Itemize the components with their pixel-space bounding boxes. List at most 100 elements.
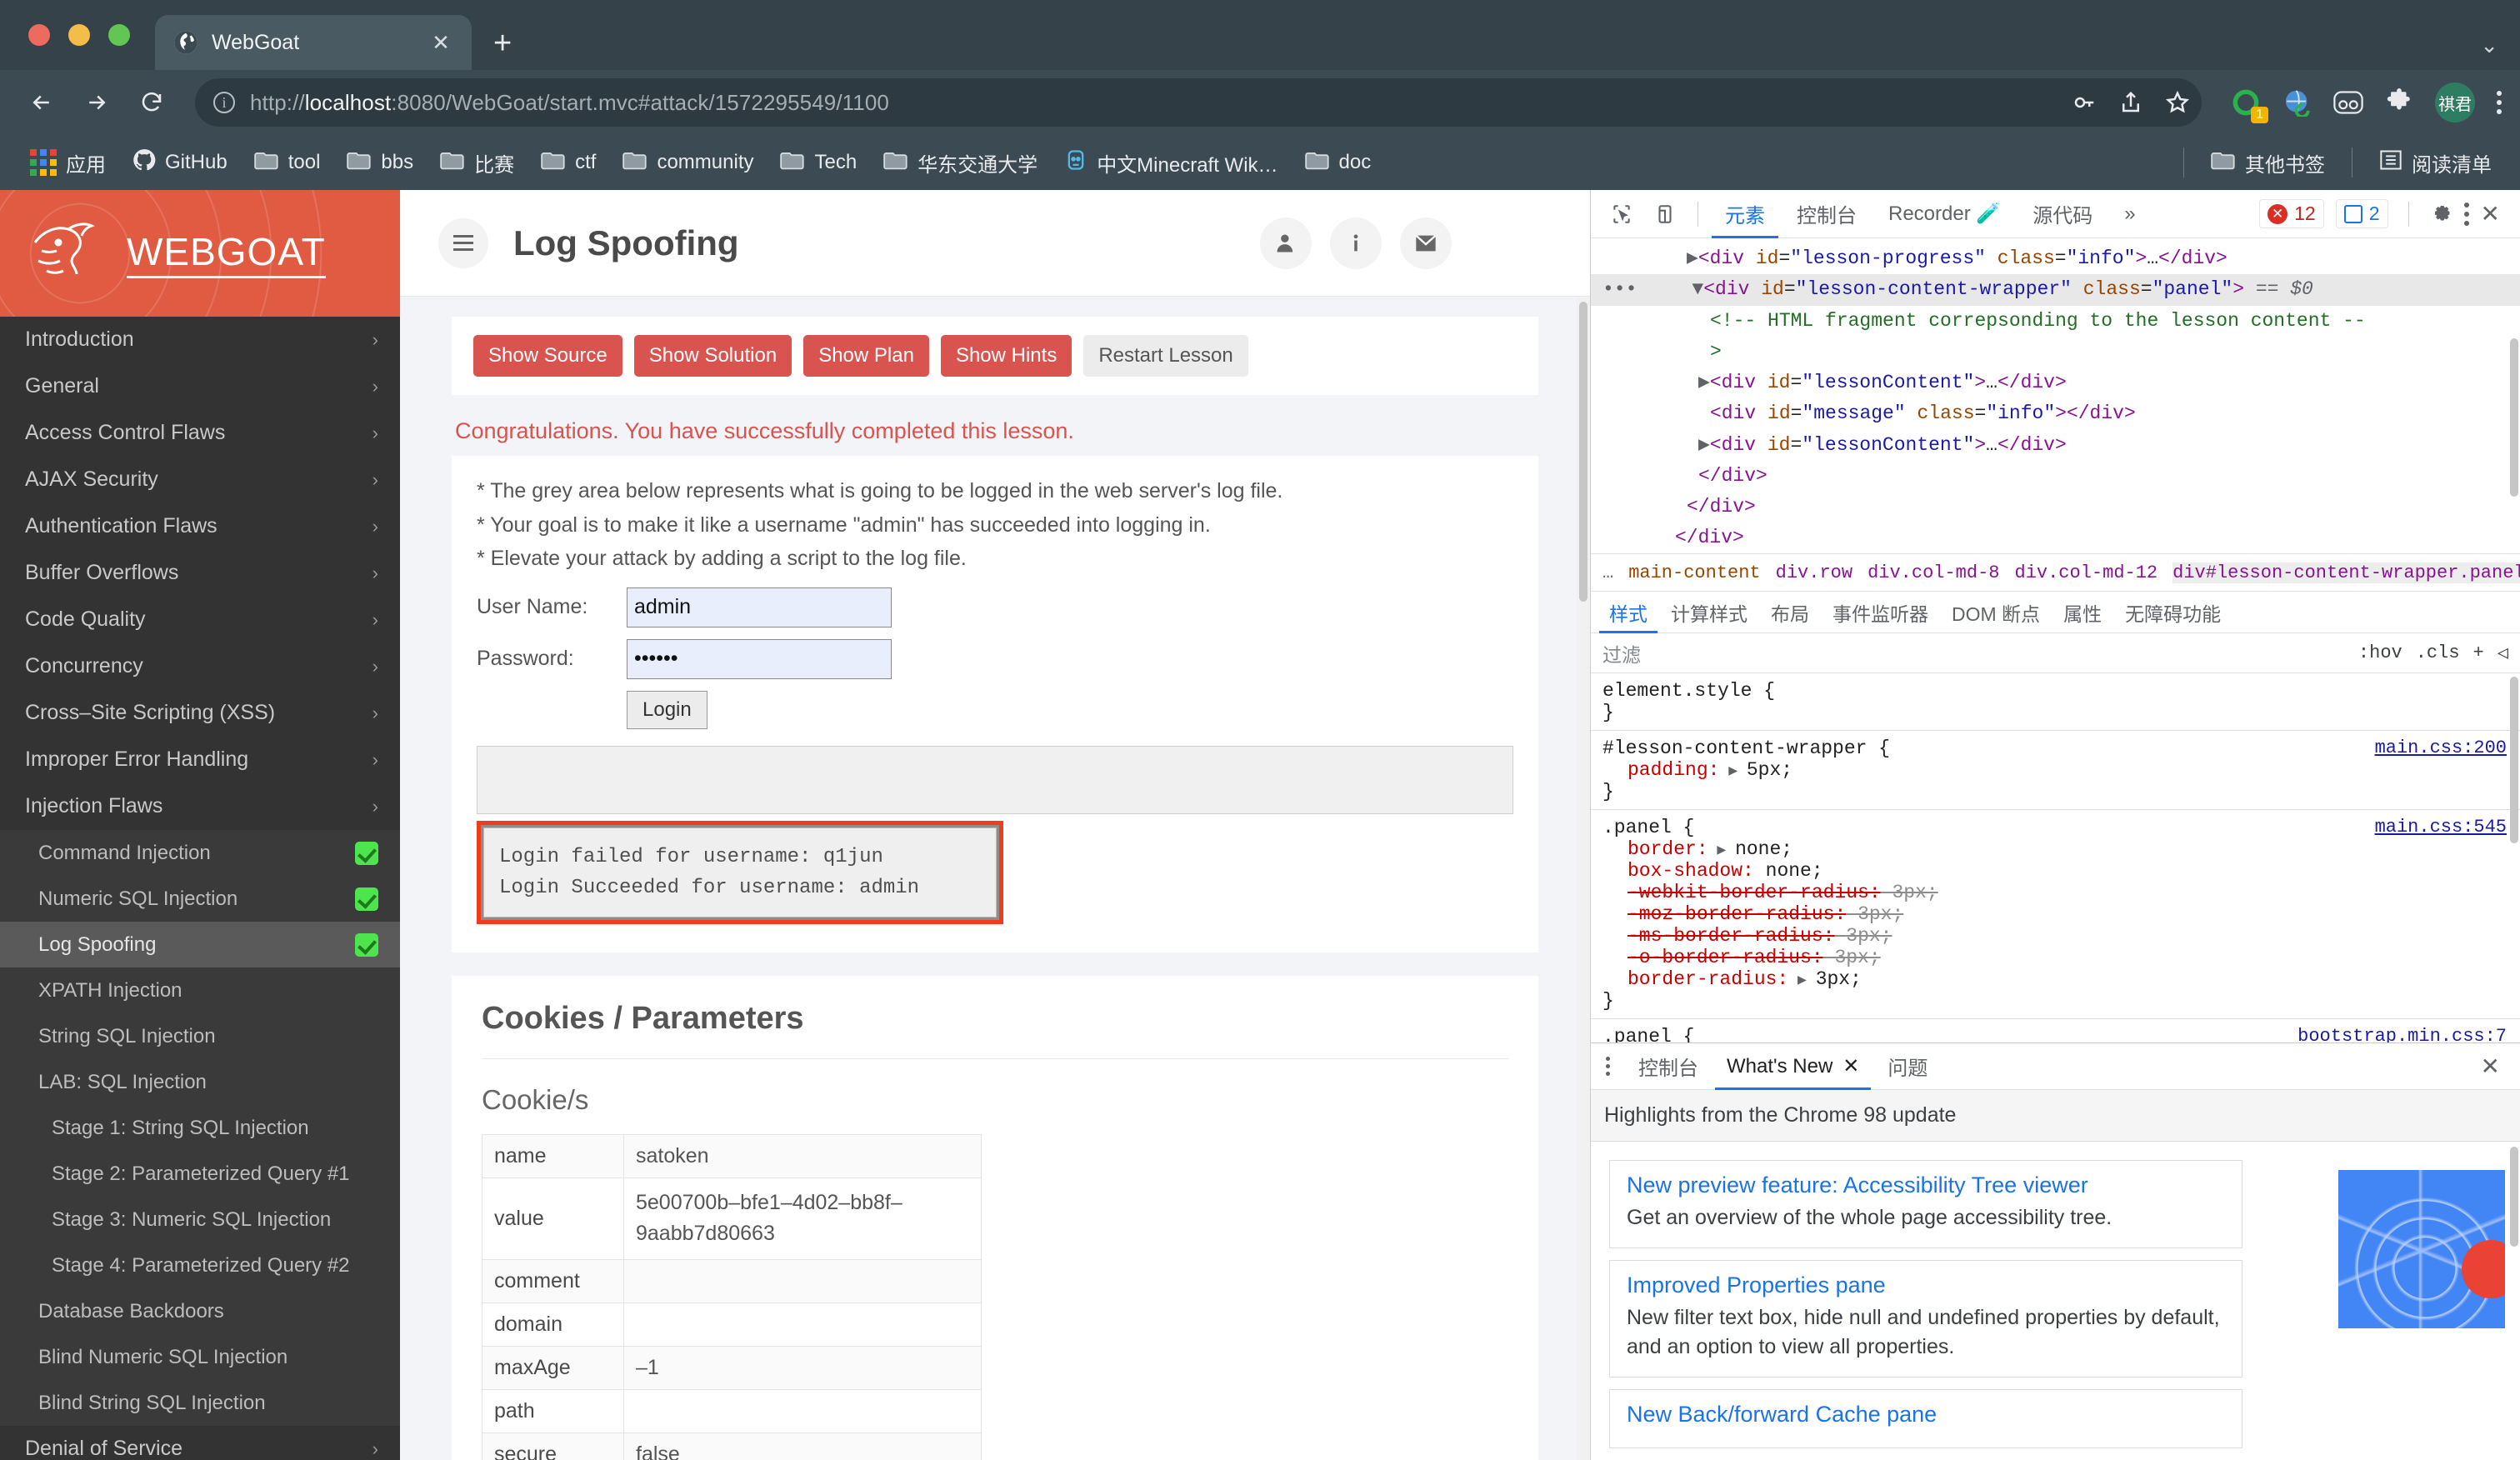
sidebar-item-general[interactable]: General › <box>0 363 400 410</box>
sidebar-item-stage-2[interactable]: Stage 2: Parameterized Query #1 <box>0 1151 400 1197</box>
hov-toggle[interactable]: :hov <box>2358 642 2402 663</box>
bookmark-github[interactable]: GitHub <box>121 143 239 182</box>
back-button[interactable] <box>18 79 65 126</box>
sidebar-item-command-injection[interactable]: Command Injection <box>0 830 400 876</box>
gear-icon[interactable] <box>2429 200 2452 228</box>
declaration-prop[interactable]: border-radius: <box>1628 968 1788 990</box>
sidebar-item-buffer-overflows[interactable]: Buffer Overflows › <box>0 550 400 597</box>
device-toolbar-icon[interactable] <box>1646 190 1684 238</box>
username-input[interactable] <box>627 587 892 628</box>
dom-line[interactable]: ▶<div id="lessonContent">…</div> <box>1591 430 2520 461</box>
bookmark-minecraft-wiki[interactable]: 中文Minecraft Wik… <box>1052 143 1289 182</box>
more-tabs-button[interactable]: » <box>2111 190 2148 238</box>
reload-button[interactable] <box>128 79 175 126</box>
declaration-prop[interactable]: -ms-border-radius: <box>1628 925 1834 947</box>
share-icon[interactable] <box>2118 90 2143 115</box>
sidebar-item-authentication-flaws[interactable]: Authentication Flaws › <box>0 503 400 550</box>
sidebar-item-access-control-flaws[interactable]: Access Control Flaws › <box>0 410 400 457</box>
breadcrumb-item[interactable]: div.col-md-8 <box>1868 562 1999 583</box>
close-icon[interactable]: ✕ <box>2481 200 2503 228</box>
webgoat-logo[interactable]: WEBGOAT <box>0 190 400 317</box>
drawer-close-icon[interactable]: ✕ <box>2481 1052 2512 1080</box>
globe-extension-icon[interactable] <box>2283 88 2312 117</box>
show-plan-button[interactable]: Show Plan <box>803 335 929 377</box>
message-count-badge[interactable]: 2 <box>2335 199 2388 228</box>
style-rule-panel-main[interactable]: main.css:545 .panel { border: ▶ none; bo… <box>1591 810 2520 1019</box>
kebab-menu-icon[interactable] <box>2497 91 2502 114</box>
expand-triangle-icon[interactable]: ▶ <box>1708 842 1735 859</box>
style-rule-lesson-content-wrapper[interactable]: main.css:200 #lesson-content-wrapper { p… <box>1591 731 2520 810</box>
password-input[interactable] <box>627 638 892 679</box>
declaration-value[interactable]: 5px; <box>1747 759 1792 781</box>
rule-source-link[interactable]: main.css:545 <box>2375 817 2507 838</box>
sidebar-item-introduction[interactable]: Introduction › <box>0 317 400 363</box>
bookmark-bbs[interactable]: bbs <box>335 145 425 181</box>
style-rule-panel-bootstrap[interactable]: bootstrap.min.css:7 .panel { margin-bott… <box>1591 1019 2520 1042</box>
dom-line[interactable]: <div id="message" class="info"></div> <box>1591 398 2520 429</box>
dom-line[interactable]: ▶<div id="lessonContent">…</div> <box>1591 368 2520 398</box>
drawer-tab-whats-new[interactable]: What's New ✕ <box>1715 1043 1871 1090</box>
show-solution-button[interactable]: Show Solution <box>633 335 792 377</box>
key-icon[interactable] <box>2072 90 2097 115</box>
bookmark-tech[interactable]: Tech <box>768 145 868 181</box>
sidebar-item-blind-string-sql-injection[interactable]: Blind String SQL Injection <box>0 1380 400 1426</box>
tab-elements[interactable]: 元素 <box>1712 190 1778 238</box>
show-hints-button[interactable]: Show Hints <box>940 335 1072 377</box>
info-icon[interactable] <box>1330 217 1382 269</box>
adblock-extension-icon[interactable]: 1 <box>2230 87 2268 123</box>
bookmark-apps[interactable]: 应用 <box>18 143 118 182</box>
style-rule-element-style[interactable]: element.style { } <box>1591 673 2520 731</box>
dom-line-selected[interactable]: ••• ▼<div id="lesson-content-wrapper" cla… <box>1591 274 2520 306</box>
bookmark-tool[interactable]: tool <box>242 145 332 181</box>
user-icon[interactable] <box>1260 217 1312 269</box>
sidebar-item-string-sql-injection[interactable]: String SQL Injection <box>0 1013 400 1059</box>
dom-line[interactable]: ▶<div id="lesson-progress" class="info">… <box>1591 243 2520 274</box>
styles-filter-input[interactable]: 过滤 <box>1602 639 2345 668</box>
declaration-prop[interactable]: padding: <box>1628 759 1719 781</box>
other-bookmarks-button[interactable]: 其他书签 <box>2199 143 2337 182</box>
sidebar-item-improper-error-handling[interactable]: Improper Error Handling › <box>0 737 400 783</box>
declaration-prop[interactable]: -webkit-border-radius: <box>1628 882 1881 903</box>
drawer-tab-console[interactable]: 控制台 <box>1627 1043 1710 1090</box>
tab-sources[interactable]: 源代码 <box>2019 190 2106 238</box>
sidebar-item-stage-3[interactable]: Stage 3: Numeric SQL Injection <box>0 1197 400 1242</box>
rule-source-link[interactable]: main.css:200 <box>2375 738 2507 758</box>
whats-new-title-link[interactable]: Improved Properties pane <box>1627 1272 2225 1298</box>
declaration-prop[interactable]: border: <box>1628 838 1708 860</box>
sidebar-item-numeric-sql-injection[interactable]: Numeric SQL Injection <box>0 876 400 922</box>
dom-tree[interactable]: ▶<div id="lesson-progress" class="info">… <box>1591 238 2520 553</box>
breadcrumb-item-selected[interactable]: div#lesson-content-wrapper.panel <box>2172 562 2520 583</box>
expand-triangle-icon[interactable]: ▶ <box>1719 763 1746 780</box>
breadcrumb-overflow[interactable]: … <box>1602 562 1613 583</box>
restart-lesson-button[interactable]: Restart Lesson <box>1083 335 1248 377</box>
site-info-icon[interactable]: i <box>213 92 235 113</box>
login-button[interactable]: Login <box>627 690 708 729</box>
page-scrollbar[interactable] <box>1577 297 1590 1460</box>
tab-event-listeners[interactable]: 事件监听器 <box>1822 592 1938 633</box>
sidebar-item-code-quality[interactable]: Code Quality › <box>0 597 400 643</box>
styles-scrollbar-thumb[interactable] <box>2510 677 2518 843</box>
bookmark-community[interactable]: community <box>611 145 765 181</box>
breadcrumb-item[interactable]: main-content <box>1628 562 1760 583</box>
bookmark-doc[interactable]: doc <box>1293 145 1383 181</box>
drawer-kebab-icon[interactable] <box>1599 1057 1622 1076</box>
cls-toggle[interactable]: .cls <box>2416 642 2460 663</box>
tab-accessibility[interactable]: 无障碍功能 <box>2115 592 2231 633</box>
bookmark-star-icon[interactable] <box>2165 90 2190 115</box>
bookmark-ecjtu[interactable]: 华东交通大学 <box>872 143 1049 182</box>
puzzle-extensions-icon[interactable] <box>2385 88 2413 117</box>
declaration-value[interactable]: none; <box>1766 860 1823 882</box>
minimize-window-button[interactable] <box>68 24 90 46</box>
reading-list-button[interactable]: 阅读清单 <box>2368 143 2503 182</box>
mail-icon[interactable] <box>1400 217 1452 269</box>
declaration-value[interactable]: none; <box>1735 838 1792 860</box>
bookmark-bisai[interactable]: 比赛 <box>428 143 526 182</box>
forward-button[interactable] <box>73 79 120 126</box>
declaration-value[interactable]: 3px; <box>1816 968 1862 990</box>
whats-new-title-link[interactable]: New preview feature: Accessibility Tree … <box>1627 1172 2225 1198</box>
profile-avatar[interactable]: 祺君 <box>2435 82 2475 122</box>
breadcrumb-item[interactable]: div.row <box>1776 562 1852 583</box>
sidebar-item-denial-of-service[interactable]: Denial of Service › <box>0 1426 400 1460</box>
declaration-prop[interactable]: -moz-border-radius: <box>1628 903 1846 925</box>
drawer-scrollbar-thumb[interactable] <box>2510 1147 2518 1247</box>
